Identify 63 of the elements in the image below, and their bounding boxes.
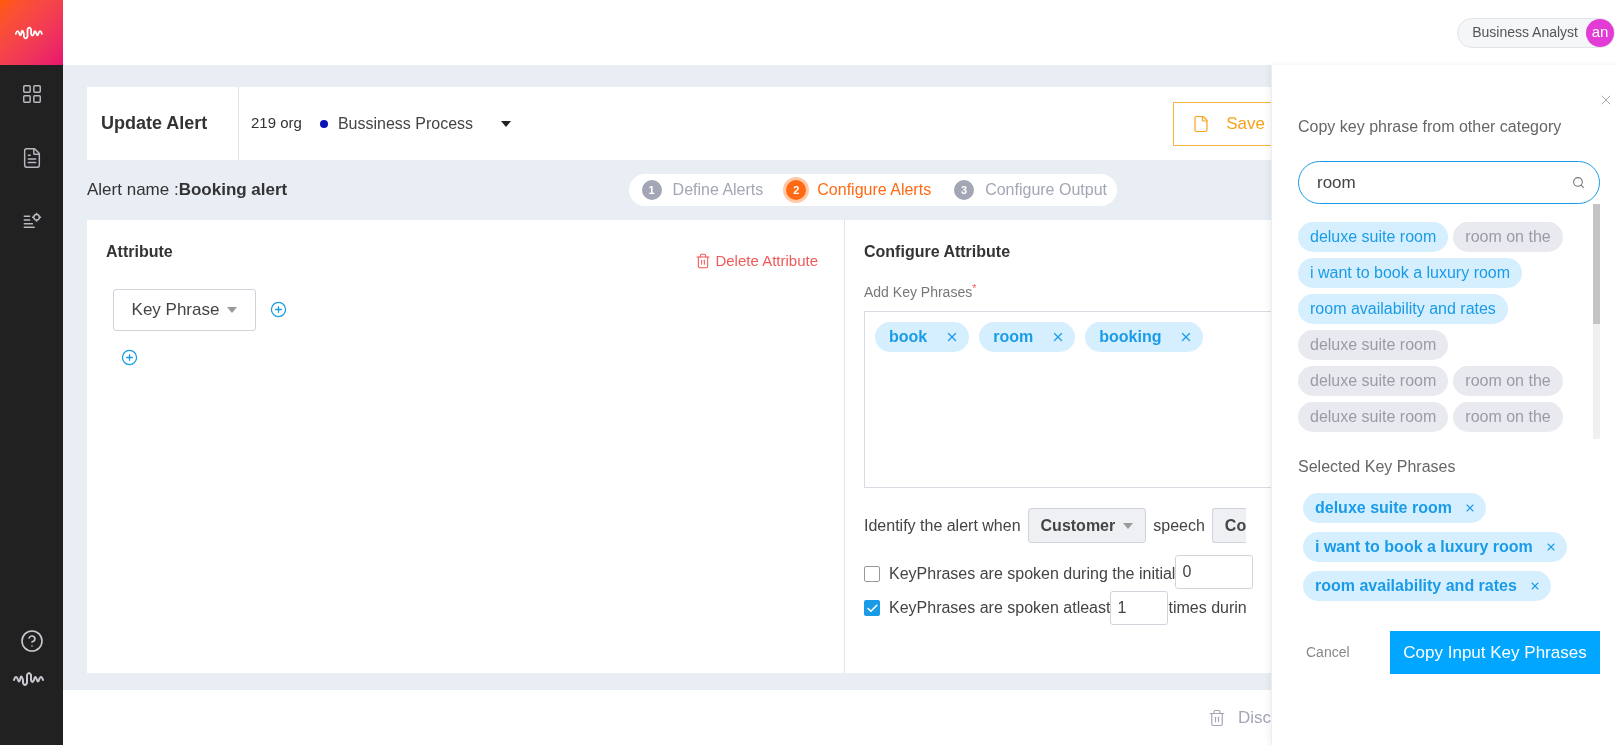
trash-icon bbox=[1208, 708, 1226, 727]
copy-button[interactable]: Copy Input Key Phrases bbox=[1390, 631, 1600, 674]
suggestion-chip[interactable]: room on the bbox=[1453, 366, 1563, 396]
attribute-type-dropdown[interactable]: Key Phrase bbox=[113, 288, 256, 331]
suggestion-chip[interactable]: room on the bbox=[1453, 222, 1563, 252]
dashboard-icon[interactable] bbox=[20, 83, 43, 105]
role-label: Business Analyst bbox=[1472, 23, 1578, 42]
phrase-tag: booking bbox=[1085, 322, 1204, 352]
step-tab[interactable]: 2 Configure Alerts bbox=[783, 177, 932, 203]
help-icon[interactable] bbox=[19, 629, 44, 653]
option-label: KeyPhrases are spoken atleast bbox=[889, 598, 1111, 618]
caret-icon bbox=[227, 306, 238, 313]
step-label: Configure Output bbox=[985, 180, 1107, 200]
caret-icon bbox=[501, 120, 512, 127]
suggestion-chip[interactable]: deluxe suite room bbox=[1298, 402, 1449, 432]
speech-label: speech bbox=[1153, 515, 1205, 536]
alert-name: Alert name :Booking alert bbox=[87, 179, 288, 202]
discard-button[interactable]: Disc bbox=[1208, 704, 1272, 731]
add-icon[interactable] bbox=[121, 348, 138, 366]
cancel-button[interactable]: Cancel bbox=[1306, 642, 1350, 663]
suggestion-chip[interactable]: deluxe suite room bbox=[1298, 222, 1449, 252]
number-field[interactable]: 1 bbox=[1110, 591, 1169, 625]
number-field[interactable]: 0 bbox=[1175, 555, 1254, 589]
user-badge[interactable]: Business Analyst an bbox=[1457, 17, 1615, 48]
speaker-dropdown[interactable]: Customer bbox=[1027, 508, 1147, 543]
search-icon bbox=[1572, 176, 1585, 189]
step-label: Define Alerts bbox=[672, 180, 764, 200]
delete-attribute-link[interactable]: Delete Attribute bbox=[695, 250, 818, 273]
phrase-tag: room bbox=[979, 322, 1076, 352]
suggestion-chip[interactable]: room on the bbox=[1453, 402, 1563, 432]
process-dropdown[interactable]: Bussiness Process bbox=[319, 111, 512, 136]
section-title: Configure Attribute bbox=[864, 242, 1012, 262]
page-title: Update Alert bbox=[101, 112, 208, 135]
section-title: Selected Key Phrases bbox=[1298, 457, 1457, 477]
step-tab[interactable]: 3 Configure Output bbox=[951, 177, 1107, 203]
suggestion-chip[interactable]: i want to book a luxury room bbox=[1298, 258, 1523, 288]
caret-icon bbox=[1123, 522, 1134, 529]
checkbox[interactable] bbox=[864, 566, 880, 582]
step-label: Configure Alerts bbox=[817, 180, 932, 200]
checkbox[interactable] bbox=[864, 600, 880, 616]
selected-chip: deluxe suite room bbox=[1303, 493, 1486, 523]
step-number: 2 bbox=[783, 177, 810, 203]
field-label: Add Key Phrases$^{*}$ bbox=[864, 282, 978, 302]
key-phrase-input[interactable]: book room booking bbox=[864, 311, 1271, 488]
file-icon bbox=[1192, 114, 1211, 133]
avatar: an bbox=[1586, 18, 1614, 47]
suggestion-chip[interactable]: deluxe suite room bbox=[1298, 330, 1449, 360]
phrase-tag: book bbox=[875, 322, 970, 352]
selected-chip: room availability and rates bbox=[1303, 571, 1551, 601]
section-title: Attribute bbox=[106, 242, 173, 262]
panel-title: Copy key phrase from other category bbox=[1298, 117, 1563, 137]
condition-dropdown[interactable]: Co bbox=[1211, 508, 1247, 543]
trash-icon bbox=[695, 253, 712, 270]
option-label: KeyPhrases are spoken during the initial bbox=[889, 564, 1176, 584]
step-tab[interactable]: 1 Define Alerts bbox=[638, 177, 764, 203]
suggestion-chip[interactable]: room availability and rates bbox=[1298, 294, 1508, 324]
selected-chip: i want to book a luxury room bbox=[1303, 532, 1567, 562]
suggestion-chip[interactable]: deluxe suite room bbox=[1298, 366, 1449, 396]
option-suffix: times durin bbox=[1168, 598, 1247, 618]
scrollbar[interactable] bbox=[1593, 204, 1600, 439]
org-label: 219 org bbox=[251, 113, 302, 134]
identify-label: Identify the alert when bbox=[864, 515, 1021, 536]
add-icon[interactable] bbox=[270, 301, 287, 318]
